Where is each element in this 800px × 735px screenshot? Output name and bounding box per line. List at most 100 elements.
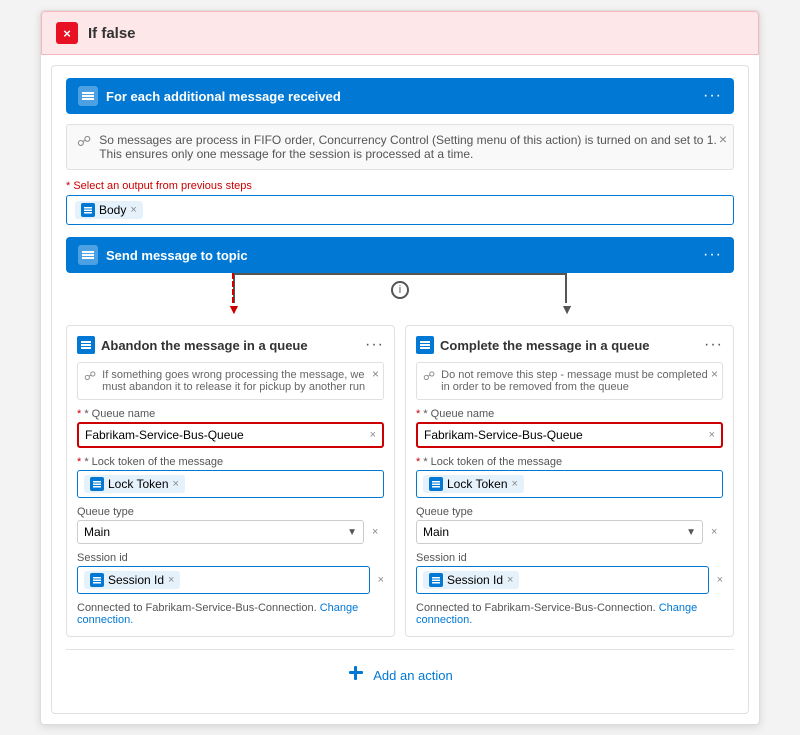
- main-container: × If false For each additional message r…: [40, 10, 760, 725]
- complete-lock-tag-icon: [429, 477, 443, 491]
- inner-content: For each additional message received ···…: [51, 65, 749, 714]
- abandon-title: Abandon the message in a queue: [101, 338, 308, 353]
- abandon-desc-icon: ☍: [84, 369, 96, 383]
- complete-desc-text: Do not remove this step - message must b…: [441, 369, 716, 393]
- complete-session-tag-text: Session Id: [447, 573, 503, 587]
- abandon-queue-clear[interactable]: ×: [370, 429, 376, 441]
- abandon-lock-token-group: * * Lock token of the message: [77, 456, 384, 498]
- complete-card-header: Complete the message in a queue ···: [416, 336, 723, 354]
- right-arrow-icon: ▼: [560, 301, 574, 317]
- abandon-session-input[interactable]: Session Id ×: [77, 566, 370, 594]
- output-field-group: * Select an output from previous steps B…: [66, 180, 734, 225]
- info-circle: i: [391, 281, 409, 299]
- abandon-card: Abandon the message in a queue ··· ☍ If …: [66, 325, 395, 637]
- body-tag-close[interactable]: ×: [130, 204, 136, 216]
- abandon-queue-type-select[interactable]: Main ▼: [77, 520, 364, 544]
- complete-desc-close[interactable]: ×: [711, 367, 718, 381]
- abandon-session-label: Session id: [77, 552, 384, 564]
- complete-lock-token-group: * * Lock token of the message: [416, 456, 723, 498]
- dashed-v-line: [232, 273, 234, 303]
- complete-queue-type-label: Queue type: [416, 506, 723, 518]
- abandon-session-id-group: Session id: [77, 552, 384, 594]
- abandon-session-row: Session Id × ×: [77, 566, 384, 594]
- abandon-desc-text: If something goes wrong processing the m…: [102, 369, 377, 393]
- if-false-close-button[interactable]: ×: [56, 22, 78, 44]
- foreach-block[interactable]: For each additional message received ···: [66, 78, 734, 114]
- send-message-block[interactable]: Send message to topic ···: [66, 237, 734, 273]
- v-line-right: [565, 273, 567, 303]
- abandon-connected-text: Connected to Fabrikam-Service-Bus-Connec…: [77, 602, 384, 626]
- complete-queue-name-group: * * Queue name Fabrikam-Service-Bus-Queu…: [416, 408, 723, 448]
- complete-queue-type-select[interactable]: Main ▼: [416, 520, 703, 544]
- add-action-row: Add an action: [66, 649, 734, 701]
- abandon-card-header: Abandon the message in a queue ···: [77, 336, 384, 354]
- info-close-button[interactable]: ×: [719, 131, 727, 147]
- abandon-session-tag: Session Id ×: [84, 571, 180, 589]
- complete-queue-type-group: Queue type Main ▼ ×: [416, 506, 723, 544]
- complete-connected-text: Connected to Fabrikam-Service-Bus-Connec…: [416, 602, 723, 626]
- abandon-session-tag-close[interactable]: ×: [168, 574, 174, 586]
- foreach-left: For each additional message received: [78, 86, 341, 106]
- abandon-lock-tag-text: Lock Token: [108, 477, 169, 491]
- complete-card: Complete the message in a queue ··· ☍ Do…: [405, 325, 734, 637]
- info-icon: ☍: [77, 133, 91, 150]
- abandon-queue-type-clear[interactable]: ×: [372, 526, 378, 538]
- complete-desc-icon: ☍: [423, 369, 435, 383]
- foreach-icon: [78, 86, 98, 106]
- complete-queue-label: * * Queue name: [416, 408, 723, 420]
- abandon-session-tag-text: Session Id: [108, 573, 164, 587]
- send-title: Send message to topic: [106, 248, 248, 263]
- complete-lock-input[interactable]: Lock Token ×: [416, 470, 723, 498]
- body-tag-text: Body: [99, 203, 126, 217]
- abandon-queue-type-value: Main: [84, 525, 110, 539]
- abandon-queue-label: * * Queue name: [77, 408, 384, 420]
- abandon-lock-tag-icon: [90, 477, 104, 491]
- abandon-lock-input[interactable]: Lock Token ×: [77, 470, 384, 498]
- output-select[interactable]: Body ×: [66, 195, 734, 225]
- complete-session-label: Session id: [416, 552, 723, 564]
- send-dots-menu[interactable]: ···: [703, 246, 722, 264]
- abandon-queue-type-row: Main ▼ ×: [77, 520, 384, 544]
- complete-queue-input[interactable]: Fabrikam-Service-Bus-Queue ×: [416, 422, 723, 448]
- complete-session-icon: [429, 573, 443, 587]
- complete-queue-type-clear[interactable]: ×: [711, 526, 717, 538]
- abandon-lock-tag-close[interactable]: ×: [173, 478, 179, 490]
- complete-lock-tag-close[interactable]: ×: [512, 478, 518, 490]
- complete-icon: [416, 336, 434, 354]
- info-message-text: So messages are process in FIFO order, C…: [99, 133, 723, 161]
- complete-session-tag-close[interactable]: ×: [507, 574, 513, 586]
- complete-session-id-group: Session id: [416, 552, 723, 594]
- complete-lock-tag: Lock Token ×: [423, 475, 524, 493]
- complete-session-clear[interactable]: ×: [717, 574, 723, 586]
- abandon-desc-close[interactable]: ×: [372, 367, 379, 381]
- info-message: ☍ So messages are process in FIFO order,…: [66, 124, 734, 170]
- abandon-dots-menu[interactable]: ···: [365, 336, 384, 354]
- complete-queue-type-row: Main ▼ ×: [416, 520, 723, 544]
- body-tag-icon: [81, 203, 95, 217]
- complete-session-input[interactable]: Session Id ×: [416, 566, 709, 594]
- complete-session-tag: Session Id ×: [423, 571, 519, 589]
- complete-queue-clear[interactable]: ×: [709, 429, 715, 441]
- add-action-button[interactable]: Add an action: [373, 668, 453, 683]
- complete-lock-tag-text: Lock Token: [447, 477, 508, 491]
- complete-title: Complete the message in a queue: [440, 338, 650, 353]
- add-action-icon: [347, 664, 365, 687]
- complete-lock-label: * * Lock token of the message: [416, 456, 723, 468]
- complete-dots-menu[interactable]: ···: [704, 336, 723, 354]
- abandon-queue-type-group: Queue type Main ▼ ×: [77, 506, 384, 544]
- body-tag: Body ×: [75, 201, 143, 219]
- abandon-chevron-icon: ▼: [347, 527, 357, 538]
- foreach-title: For each additional message received: [106, 89, 341, 104]
- foreach-dots-menu[interactable]: ···: [703, 87, 722, 105]
- abandon-queue-value: Fabrikam-Service-Bus-Queue: [85, 428, 244, 442]
- abandon-session-clear[interactable]: ×: [378, 574, 384, 586]
- abandon-queue-name-group: * * Queue name Fabrikam-Service-Bus-Queu…: [77, 408, 384, 448]
- branch-arrows: i ▼ ▼: [66, 273, 734, 325]
- complete-queue-value: Fabrikam-Service-Bus-Queue: [424, 428, 583, 442]
- send-icon: [78, 245, 98, 265]
- abandon-session-icon: [90, 573, 104, 587]
- abandon-queue-input[interactable]: Fabrikam-Service-Bus-Queue ×: [77, 422, 384, 448]
- abandon-lock-label: * * Lock token of the message: [77, 456, 384, 468]
- output-field-label: * Select an output from previous steps: [66, 180, 734, 192]
- left-arrow-icon: ▼: [227, 301, 241, 317]
